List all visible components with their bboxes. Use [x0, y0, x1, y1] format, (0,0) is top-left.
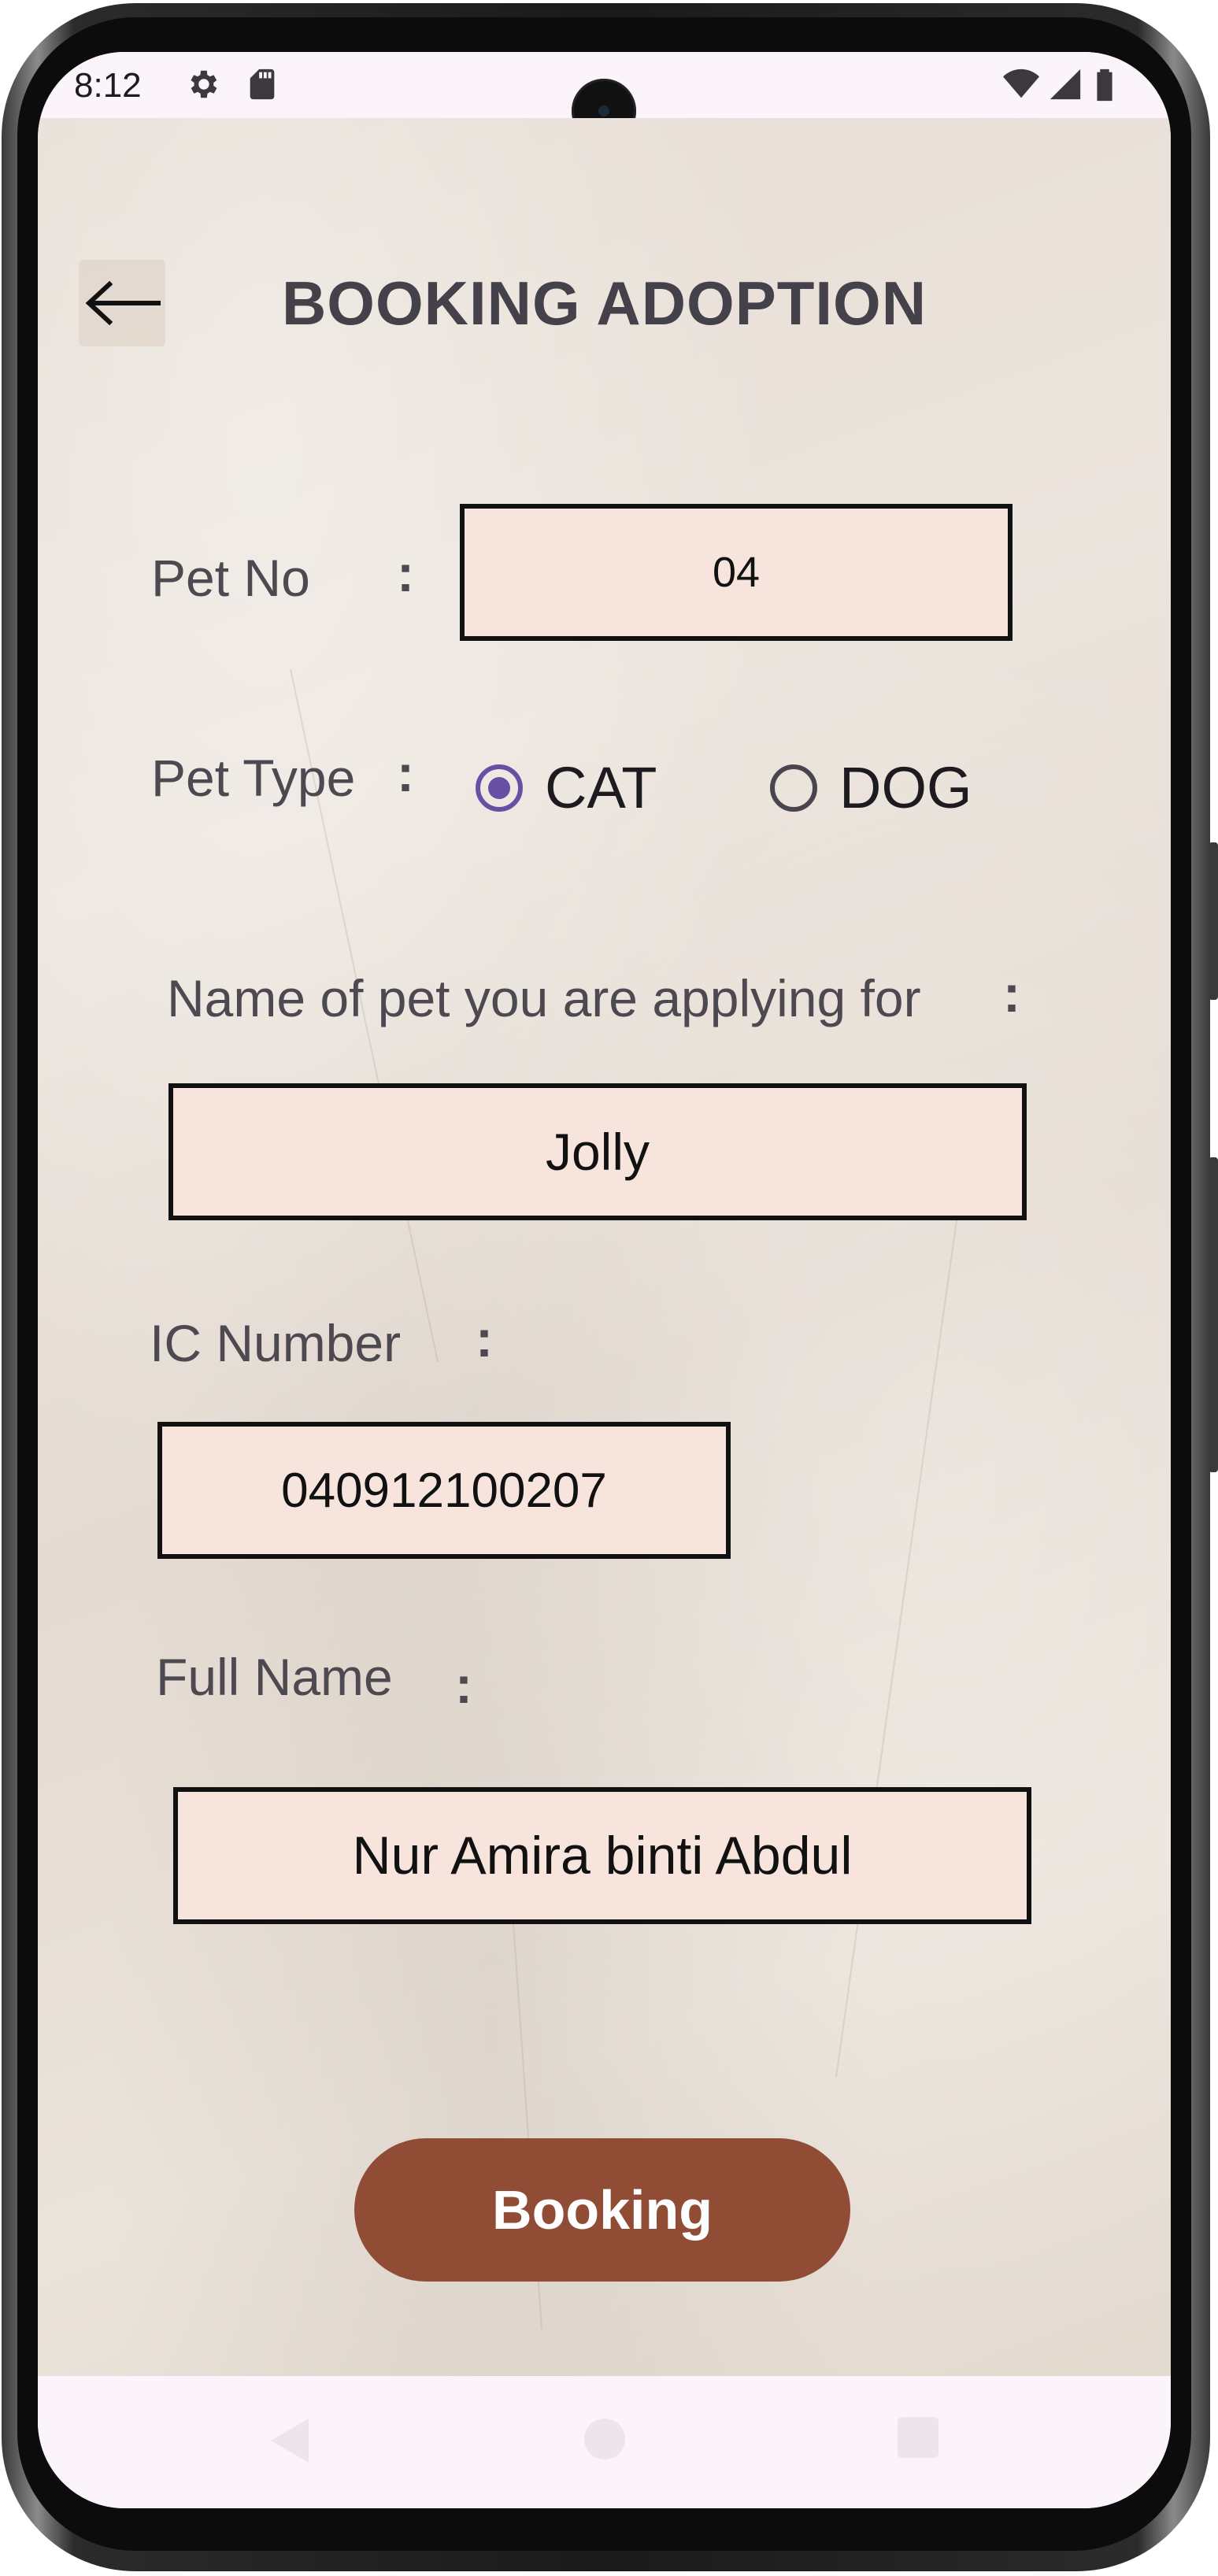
- pet-no-value: 04: [712, 549, 761, 596]
- pet-type-colon: :: [397, 744, 414, 802]
- nav-home-icon[interactable]: [581, 2415, 628, 2463]
- wifi-icon: [1003, 68, 1039, 98]
- power-button: [1209, 1157, 1218, 1472]
- pet-type-label: Pet Type: [151, 749, 356, 807]
- radio-unchecked-icon: [770, 764, 817, 812]
- pet-no-colon: :: [397, 544, 414, 602]
- ic-number-value: 040912100207: [281, 1463, 607, 1518]
- pet-no-field[interactable]: 04: [460, 504, 1013, 641]
- cell-signal-icon: [1050, 68, 1081, 100]
- battery-icon: [1097, 68, 1112, 102]
- ic-number-colon: :: [476, 1309, 493, 1368]
- pet-name-value: Jolly: [545, 1123, 650, 1181]
- screen: 8:12 BOOKING ADOPTION Pet No: 04 Pet Ty…: [38, 52, 1171, 2508]
- full-name-label: Full Name: [156, 1648, 393, 1706]
- pet-type-cat-radio[interactable]: CAT: [476, 754, 657, 821]
- sd-card-icon: [250, 68, 275, 100]
- pet-name-label: Name of pet you are applying for: [167, 969, 921, 1027]
- phone-device: 8:12 BOOKING ADOPTION Pet No: 04 Pet Ty…: [0, 0, 1218, 2576]
- gear-icon: [191, 70, 217, 98]
- pet-type-dog-radio[interactable]: DOG: [770, 754, 972, 821]
- radio-checked-icon: [476, 764, 523, 812]
- full-name-field[interactable]: Nur Amira binti Abdul: [173, 1787, 1031, 1924]
- pet-type-cat-label: CAT: [545, 755, 657, 820]
- status-time: 8:12: [74, 66, 142, 105]
- pet-type-dog-label: DOG: [839, 755, 972, 820]
- ic-number-label: IC Number: [150, 1314, 402, 1372]
- nav-back-icon[interactable]: [266, 2415, 313, 2466]
- nav-bar: [38, 2376, 1171, 2508]
- pet-no-label: Pet No: [151, 549, 310, 607]
- nav-recents-icon[interactable]: [896, 2415, 940, 2459]
- volume-button: [1209, 842, 1218, 1000]
- page-title: BOOKING ADOPTION: [281, 268, 927, 338]
- booking-button[interactable]: Booking: [354, 2138, 850, 2282]
- pet-name-field[interactable]: Jolly: [168, 1083, 1027, 1220]
- app-content: BOOKING ADOPTION Pet No : 04 Pet Type : …: [38, 118, 1171, 2376]
- full-name-value: Nur Amira binti Abdul: [352, 1826, 853, 1886]
- marble-vein: [835, 1142, 968, 2078]
- ic-number-field[interactable]: 040912100207: [157, 1422, 731, 1559]
- full-name-colon: :: [455, 1656, 472, 1714]
- pet-name-colon: :: [1003, 964, 1020, 1023]
